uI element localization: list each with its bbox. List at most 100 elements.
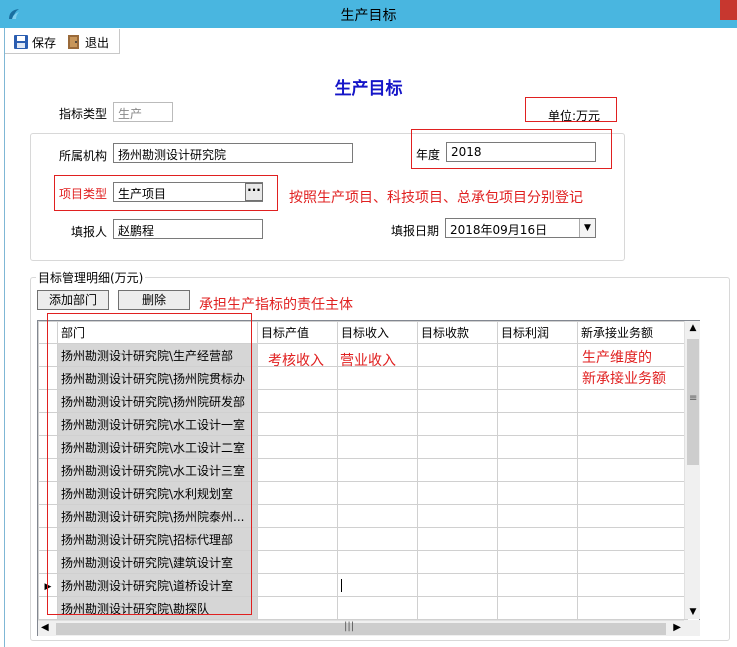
output-note: 考核收入: [268, 353, 324, 369]
value-cell[interactable]: [417, 412, 498, 436]
value-cell[interactable]: [417, 343, 498, 367]
new-business-note-1: 生产维度的: [582, 350, 652, 366]
value-cell[interactable]: [577, 481, 688, 505]
value-cell[interactable]: [257, 504, 338, 528]
scrollbar-corner: [684, 620, 700, 636]
year-label: 年度: [416, 148, 441, 162]
value-cell[interactable]: [337, 527, 418, 551]
value-cell[interactable]: [577, 596, 688, 620]
dept-column-highlight-box: [47, 313, 252, 615]
value-cell[interactable]: [497, 343, 578, 367]
value-cell[interactable]: [257, 412, 338, 436]
exit-label: 退出: [85, 35, 110, 50]
title-bar: 生产目标: [0, 0, 737, 28]
value-cell[interactable]: [337, 458, 418, 482]
project-type-field[interactable]: 生产项目: [113, 182, 263, 202]
value-cell[interactable]: [497, 573, 578, 597]
close-button[interactable]: [720, 0, 737, 20]
value-cell[interactable]: [417, 573, 498, 597]
report-date-value: 2018年09月16日: [450, 223, 548, 237]
value-cell[interactable]: [497, 366, 578, 390]
value-cell[interactable]: [257, 481, 338, 505]
org-field[interactable]: 扬州勘测设计研究院: [113, 143, 353, 163]
scroll-right-icon[interactable]: ▶: [673, 622, 681, 633]
value-cell[interactable]: [337, 596, 418, 620]
value-cell[interactable]: [417, 550, 498, 574]
value-cell[interactable]: [257, 435, 338, 459]
value-cell[interactable]: [497, 527, 578, 551]
save-icon: [14, 35, 28, 49]
value-cell[interactable]: [577, 458, 688, 482]
value-cell[interactable]: [337, 412, 418, 436]
scroll-grip-icon: |||: [344, 621, 355, 632]
scroll-up-icon[interactable]: ▲: [685, 323, 701, 333]
report-date-field[interactable]: 2018年09月16日: [445, 218, 596, 238]
reporter-label: 填报人: [71, 225, 108, 239]
value-cell[interactable]: [497, 458, 578, 482]
value-cell[interactable]: [337, 389, 418, 413]
value-cell[interactable]: [417, 481, 498, 505]
scroll-down-icon[interactable]: ▼: [685, 607, 701, 617]
new-business-note-2: 新承接业务额: [582, 371, 666, 387]
value-cell[interactable]: [417, 458, 498, 482]
dept-note: 承担生产指标的责任主体: [199, 297, 353, 313]
value-cell[interactable]: [577, 389, 688, 413]
value-cell[interactable]: [577, 550, 688, 574]
value-cell[interactable]: [497, 550, 578, 574]
save-button[interactable]: 保存: [13, 32, 56, 52]
value-cell[interactable]: [257, 458, 338, 482]
value-cell[interactable]: [577, 504, 688, 528]
column-header[interactable]: 目标收入: [337, 321, 418, 344]
value-cell[interactable]: [257, 550, 338, 574]
column-header[interactable]: 新承接业务额: [577, 321, 688, 344]
report-date-label: 填报日期: [391, 224, 440, 238]
value-cell[interactable]: [257, 527, 338, 551]
value-cell[interactable]: [257, 596, 338, 620]
column-header[interactable]: 目标利润: [497, 321, 578, 344]
year-field[interactable]: 2018: [446, 142, 596, 162]
value-cell[interactable]: [417, 596, 498, 620]
value-cell[interactable]: [417, 527, 498, 551]
window-title: 生产目标: [340, 8, 397, 24]
toolbar: 保存 退出: [5, 29, 120, 54]
exit-button[interactable]: 退出: [66, 32, 109, 52]
value-cell[interactable]: [577, 573, 688, 597]
form-title: 生产目标: [334, 79, 403, 99]
value-cell[interactable]: [417, 504, 498, 528]
indicator-type-label: 指标类型: [59, 107, 108, 121]
column-header[interactable]: 目标收款: [417, 321, 498, 344]
value-cell[interactable]: [337, 481, 418, 505]
value-cell[interactable]: [337, 504, 418, 528]
value-cell[interactable]: [417, 389, 498, 413]
value-cell[interactable]: [497, 481, 578, 505]
value-cell[interactable]: [497, 412, 578, 436]
chevron-down-icon[interactable]: ▼: [579, 219, 595, 237]
value-cell[interactable]: [417, 435, 498, 459]
horizontal-scrollbar[interactable]: ◀ ||| ▶: [38, 620, 684, 636]
vertical-scrollbar[interactable]: ▲ ≡ ▼: [684, 321, 700, 619]
value-cell[interactable]: [417, 366, 498, 390]
value-cell[interactable]: [497, 435, 578, 459]
value-cell[interactable]: [337, 435, 418, 459]
column-header[interactable]: 目标产值: [257, 321, 338, 344]
value-cell[interactable]: [497, 504, 578, 528]
project-type-browse-button[interactable]: ···: [245, 183, 263, 201]
value-cell[interactable]: [257, 389, 338, 413]
value-cell[interactable]: [337, 573, 418, 597]
reporter-field[interactable]: 赵鹏程: [113, 219, 263, 239]
value-cell[interactable]: [577, 435, 688, 459]
value-cell[interactable]: [497, 596, 578, 620]
add-dept-button[interactable]: 添加部门: [37, 290, 109, 310]
value-cell[interactable]: [337, 550, 418, 574]
delete-button[interactable]: 删除: [118, 290, 190, 310]
project-type-label: 项目类型: [59, 187, 108, 201]
horizontal-scroll-thumb[interactable]: [56, 623, 666, 635]
text-cursor: [341, 579, 342, 592]
value-cell[interactable]: [577, 412, 688, 436]
value-cell[interactable]: [497, 389, 578, 413]
project-type-note: 按照生产项目、科技项目、总承包项目分别登记: [289, 190, 583, 206]
value-cell[interactable]: [577, 527, 688, 551]
scroll-left-icon[interactable]: ◀: [41, 622, 49, 633]
indicator-type-field[interactable]: 生产: [113, 102, 173, 122]
value-cell[interactable]: [257, 573, 338, 597]
